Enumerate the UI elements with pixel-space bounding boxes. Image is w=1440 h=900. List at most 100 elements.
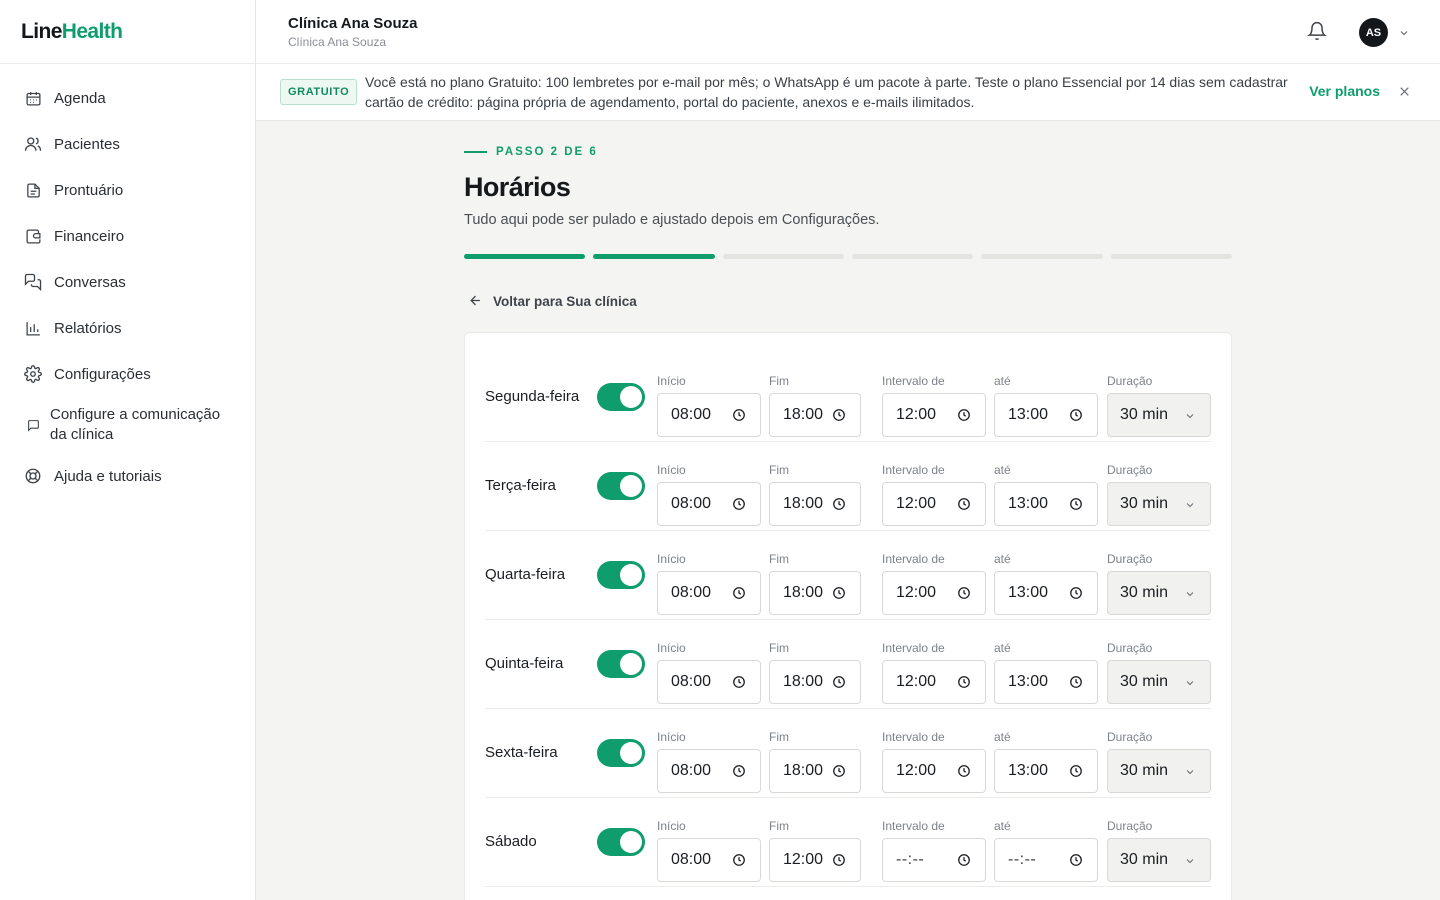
end-time-input[interactable]: 18:00	[769, 393, 861, 437]
start-time-input[interactable]: 08:00	[657, 838, 761, 882]
day-toggle[interactable]	[597, 383, 645, 411]
wizard-progress	[464, 254, 1232, 259]
clock-icon[interactable]	[1069, 764, 1083, 778]
bell-icon[interactable]	[1307, 21, 1329, 43]
start-time-input[interactable]: 08:00	[657, 571, 761, 615]
clock-icon[interactable]	[957, 853, 971, 867]
field-label: Fim	[769, 641, 789, 655]
time-value: 18:00	[783, 673, 824, 690]
start-time-field: Início 08:00	[657, 641, 761, 704]
sidebar-item-relatorios[interactable]: Relatórios	[0, 305, 255, 351]
time-value: 12:00	[896, 762, 937, 779]
view-plans-link[interactable]: Ver planos	[1309, 83, 1380, 99]
sidebar-item-agenda[interactable]: Agenda	[0, 75, 255, 121]
clock-icon[interactable]	[832, 586, 846, 600]
clock-icon[interactable]	[1069, 408, 1083, 422]
duration-field: Duração 30 min	[1107, 641, 1211, 704]
break-start-field: Intervalo de 12:00	[882, 552, 986, 615]
break-start-input[interactable]: 12:00	[882, 393, 986, 437]
duration-select[interactable]: 30 min	[1107, 482, 1211, 526]
chevron-down-icon[interactable]	[1398, 26, 1410, 38]
break-start-input[interactable]: 12:00	[882, 482, 986, 526]
duration-field: Duração 30 min	[1107, 552, 1211, 615]
break-end-input[interactable]: --:--	[994, 838, 1098, 882]
progress-segment	[1110, 254, 1232, 259]
time-value: 12:00	[896, 495, 937, 512]
sidebar-item-label: Configurações	[54, 365, 151, 383]
sidebar-item-pacientes[interactable]: Pacientes	[0, 121, 255, 167]
day-toggle[interactable]	[597, 828, 645, 856]
duration-value: 30 min	[1120, 851, 1169, 868]
clock-icon[interactable]	[832, 408, 846, 422]
clock-icon[interactable]	[957, 497, 971, 511]
sidebar-item-configuracoes[interactable]: Configurações	[0, 351, 255, 397]
break-end-input[interactable]: 13:00	[994, 393, 1098, 437]
lifebuoy-icon	[24, 467, 42, 485]
day-toggle[interactable]	[597, 650, 645, 678]
end-time-input[interactable]: 18:00	[769, 749, 861, 793]
close-icon[interactable]	[1398, 85, 1412, 99]
day-toggle[interactable]	[597, 739, 645, 767]
day-toggle[interactable]	[597, 561, 645, 589]
clock-icon[interactable]	[957, 675, 971, 689]
sidebar-item-prontuario[interactable]: Prontuário	[0, 167, 255, 213]
clock-icon[interactable]	[832, 675, 846, 689]
chevron-down-icon	[1184, 409, 1196, 421]
start-time-input[interactable]: 08:00	[657, 393, 761, 437]
duration-select[interactable]: 30 min	[1107, 393, 1211, 437]
clock-icon[interactable]	[732, 853, 746, 867]
avatar[interactable]: AS	[1359, 18, 1388, 47]
clock-icon[interactable]	[732, 497, 746, 511]
clock-icon[interactable]	[1069, 586, 1083, 600]
sidebar-item-comunicacao[interactable]: Configure a comunicação da clínica	[0, 397, 255, 453]
clinic-switcher[interactable]: Clínica Ana Souza Clínica Ana Souza	[288, 15, 417, 49]
start-time-field: Início 08:00	[657, 374, 761, 437]
start-time-input[interactable]: 08:00	[657, 482, 761, 526]
clock-icon[interactable]	[1069, 497, 1083, 511]
start-time-input[interactable]: 08:00	[657, 660, 761, 704]
field-label: Início	[657, 730, 686, 744]
clock-icon[interactable]	[1069, 675, 1083, 689]
clock-icon[interactable]	[832, 497, 846, 511]
field-label: Fim	[769, 552, 789, 566]
duration-field: Duração 30 min	[1107, 463, 1211, 526]
clock-icon[interactable]	[732, 586, 746, 600]
time-value: 13:00	[1008, 762, 1049, 779]
duration-select[interactable]: 30 min	[1107, 571, 1211, 615]
clock-icon[interactable]	[732, 675, 746, 689]
end-time-input[interactable]: 18:00	[769, 482, 861, 526]
time-value: 08:00	[671, 406, 712, 423]
break-end-input[interactable]: 13:00	[994, 660, 1098, 704]
clock-icon[interactable]	[832, 853, 846, 867]
clock-icon[interactable]	[957, 586, 971, 600]
break-start-input[interactable]: 12:00	[882, 749, 986, 793]
clock-icon[interactable]	[732, 764, 746, 778]
break-end-input[interactable]: 13:00	[994, 482, 1098, 526]
end-time-input[interactable]: 18:00	[769, 660, 861, 704]
clock-icon[interactable]	[957, 764, 971, 778]
clock-icon[interactable]	[832, 764, 846, 778]
break-start-input[interactable]: --:--	[882, 838, 986, 882]
break-end-input[interactable]: 13:00	[994, 749, 1098, 793]
field-label: Fim	[769, 374, 789, 388]
clock-icon[interactable]	[1069, 853, 1083, 867]
duration-select[interactable]: 30 min	[1107, 660, 1211, 704]
clock-icon[interactable]	[732, 408, 746, 422]
break-start-input[interactable]: 12:00	[882, 660, 986, 704]
brand-logo[interactable]: Line Health	[0, 0, 255, 64]
banner-text: Você está no plano Gratuito: 100 lembret…	[365, 74, 1288, 110]
start-time-input[interactable]: 08:00	[657, 749, 761, 793]
time-value: 13:00	[1008, 584, 1049, 601]
back-button[interactable]: Voltar para Sua clínica	[468, 293, 637, 309]
day-toggle[interactable]	[597, 472, 645, 500]
sidebar-item-financeiro[interactable]: Financeiro	[0, 213, 255, 259]
clock-icon[interactable]	[957, 408, 971, 422]
break-start-input[interactable]: 12:00	[882, 571, 986, 615]
sidebar-item-conversas[interactable]: Conversas	[0, 259, 255, 305]
end-time-input[interactable]: 18:00	[769, 571, 861, 615]
end-time-input[interactable]: 12:00	[769, 838, 861, 882]
sidebar-item-ajuda[interactable]: Ajuda e tutoriais	[0, 453, 255, 499]
duration-select[interactable]: 30 min	[1107, 838, 1211, 882]
break-end-input[interactable]: 13:00	[994, 571, 1098, 615]
duration-select[interactable]: 30 min	[1107, 749, 1211, 793]
